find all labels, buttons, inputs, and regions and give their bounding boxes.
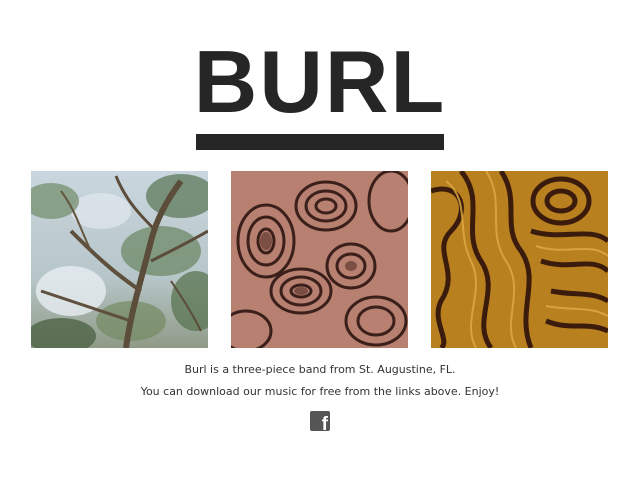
band-description: Burl is a three-piece band from St. Augu… [184, 363, 456, 376]
album-link-burl-red[interactable] [231, 171, 408, 348]
logo-underline-bar [196, 134, 444, 150]
site-logo[interactable]: BURL [0, 38, 640, 126]
album-cover-tree-image [31, 171, 208, 348]
album-link-burl-gold[interactable] [431, 171, 608, 348]
album-cover-wood-gold-image [431, 171, 608, 348]
facebook-icon[interactable]: f [310, 411, 330, 431]
facebook-glyph: f [321, 414, 328, 431]
download-note: You can download our music for free from… [140, 385, 500, 398]
album-cover-wood-red-image [231, 171, 408, 348]
album-link-tree[interactable] [31, 171, 208, 348]
